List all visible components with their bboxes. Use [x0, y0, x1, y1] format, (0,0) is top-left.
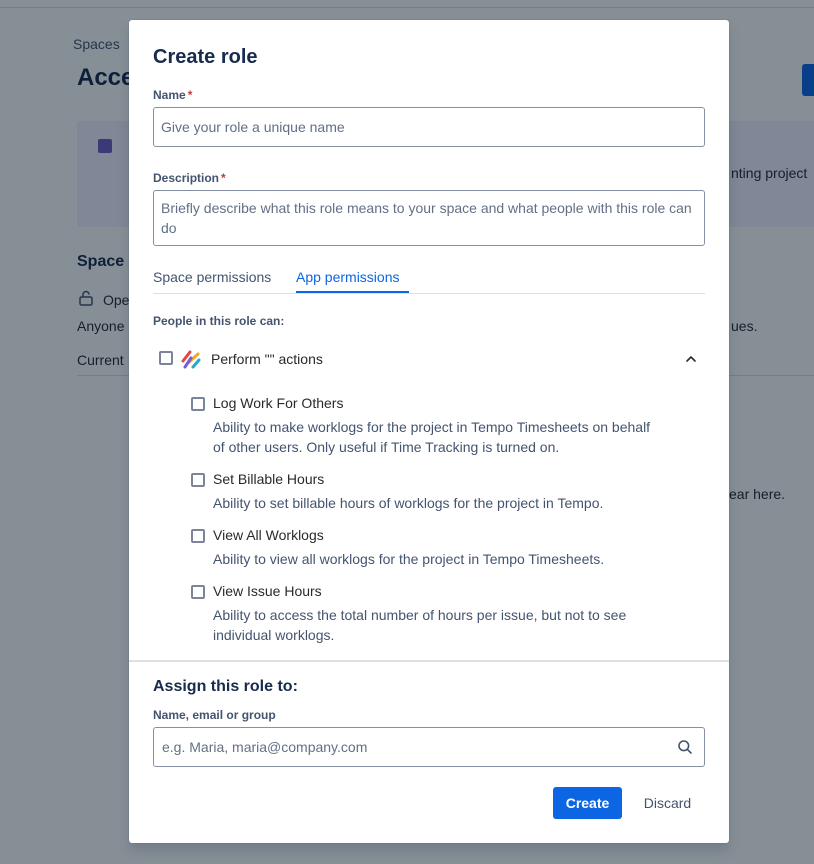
permission-checkbox[interactable] [191, 529, 205, 543]
required-mark: * [187, 88, 193, 102]
search-icon [678, 740, 692, 754]
permission-item: Set Billable Hours Ability to set billab… [191, 471, 691, 511]
tab-selected-indicator [296, 291, 409, 293]
group-checkbox[interactable] [159, 351, 173, 365]
name-field-label: Name * [153, 88, 193, 102]
name-input[interactable]: Give your role a unique name [153, 107, 705, 147]
group-label: Perform "" actions [211, 351, 323, 367]
tab-app-permissions[interactable]: App permissions [296, 269, 400, 285]
create-button[interactable]: Create [553, 787, 622, 819]
permission-checkbox[interactable] [191, 473, 205, 487]
permission-item: View All Worklogs Ability to view all wo… [191, 527, 691, 567]
footer-divider [129, 660, 729, 662]
permission-title: View All Worklogs [213, 527, 324, 543]
create-role-dialog: Create role Name * Give your role a uniqu… [129, 20, 729, 843]
permission-description: Ability to access the total number of ho… [213, 607, 627, 643]
assign-search-input[interactable]: e.g. Maria, maria@company.com [153, 727, 705, 767]
discard-button[interactable]: Discard [630, 787, 705, 819]
assign-title: Assign this role to: [153, 678, 298, 695]
permission-checkbox[interactable] [191, 397, 205, 411]
permission-title: Set Billable Hours [213, 471, 325, 487]
tempo-app-logo-icon [181, 350, 201, 369]
permission-checkbox[interactable] [191, 585, 205, 599]
permission-title: Log Work For Others [213, 395, 344, 411]
permission-title: View Issue Hours [213, 583, 322, 599]
permission-item: View Issue Hours Ability to access the t… [191, 583, 691, 643]
app-permission-group: Perform "" actions [159, 349, 705, 369]
permission-item: Log Work For Others Ability to make work… [191, 395, 691, 455]
required-mark: * [221, 171, 226, 185]
permission-description: Ability to make worklogs for the project… [213, 419, 651, 455]
assign-field-label: Name, email or group [153, 708, 276, 722]
permissions-heading: People in this role can: [153, 314, 285, 328]
permission-description: Ability to view all worklogs for the pro… [213, 551, 605, 567]
dialog-title: Create role [153, 46, 258, 68]
description-textarea[interactable]: Briefly describe what this role means to… [153, 190, 705, 246]
chevron-up-icon[interactable] [683, 351, 699, 367]
description-field-label: Description * [153, 171, 226, 185]
permission-tabs: Space permissions App permissions [153, 262, 705, 294]
tab-space-permissions[interactable]: Space permissions [153, 269, 271, 285]
permission-description: Ability to set billable hours of worklog… [213, 495, 604, 511]
